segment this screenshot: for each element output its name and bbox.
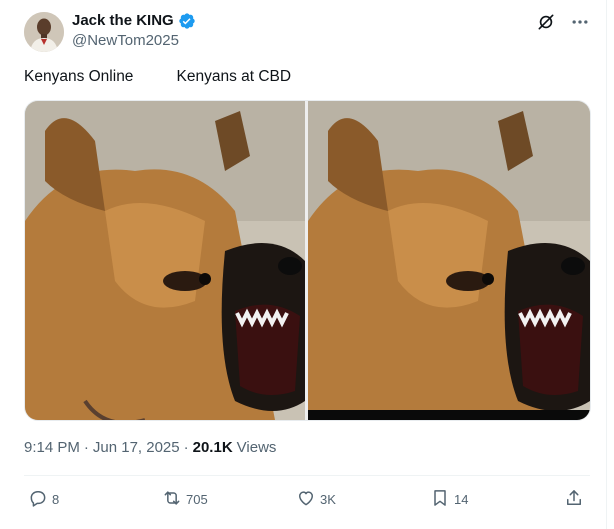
reply-count: 8 bbox=[52, 491, 60, 507]
author-handle[interactable]: @NewTom2025 bbox=[72, 32, 179, 50]
barking-dog-photo-right[interactable] bbox=[308, 101, 590, 420]
tweet-date[interactable]: Jun 17, 2025 bbox=[93, 439, 180, 456]
tweet-card: Jack the KING @NewTom2025 Kenyans Online… bbox=[0, 0, 607, 529]
avatar-image bbox=[24, 12, 64, 52]
repost-icon bbox=[162, 488, 182, 511]
heart-icon bbox=[296, 488, 316, 511]
tweet-text: Kenyans Online Kenyans at CBD bbox=[24, 68, 292, 85]
bookmark-icon bbox=[430, 488, 450, 511]
tweet-meta: 9:14 PM · Jun 17, 2025 · 20.1K Views bbox=[24, 439, 276, 456]
meta-separator: · bbox=[83, 439, 89, 456]
bookmark-count: 14 bbox=[454, 491, 469, 507]
views-label: Views bbox=[236, 439, 277, 456]
tweet-time[interactable]: 9:14 PM bbox=[24, 439, 80, 456]
reply-button[interactable]: 8 bbox=[28, 486, 59, 512]
avatar[interactable] bbox=[24, 12, 64, 52]
verified-badge-icon bbox=[178, 12, 196, 30]
grok-icon[interactable] bbox=[536, 12, 556, 32]
repost-button[interactable]: 705 bbox=[162, 486, 208, 512]
header-actions bbox=[536, 12, 590, 32]
more-icon[interactable] bbox=[570, 12, 590, 32]
barking-dog-photo-left[interactable] bbox=[25, 101, 305, 420]
tweet-media[interactable] bbox=[24, 100, 591, 421]
meta-separator: · bbox=[183, 439, 189, 456]
tweet-actions: 8 705 3K 14 bbox=[24, 486, 590, 512]
share-button[interactable] bbox=[564, 486, 584, 512]
tweet-header: Jack the KING @NewTom2025 bbox=[24, 10, 590, 54]
author-name-row: Jack the KING bbox=[72, 12, 196, 30]
like-button[interactable]: 3K bbox=[296, 486, 336, 512]
bookmark-button[interactable]: 14 bbox=[430, 486, 468, 512]
author-display-name[interactable]: Jack the KING bbox=[72, 12, 174, 30]
reply-icon bbox=[28, 488, 48, 511]
views-count: 20.1K bbox=[192, 439, 233, 456]
repost-count: 705 bbox=[186, 491, 208, 507]
divider bbox=[24, 475, 590, 476]
share-icon bbox=[564, 488, 584, 511]
like-count: 3K bbox=[320, 491, 336, 507]
